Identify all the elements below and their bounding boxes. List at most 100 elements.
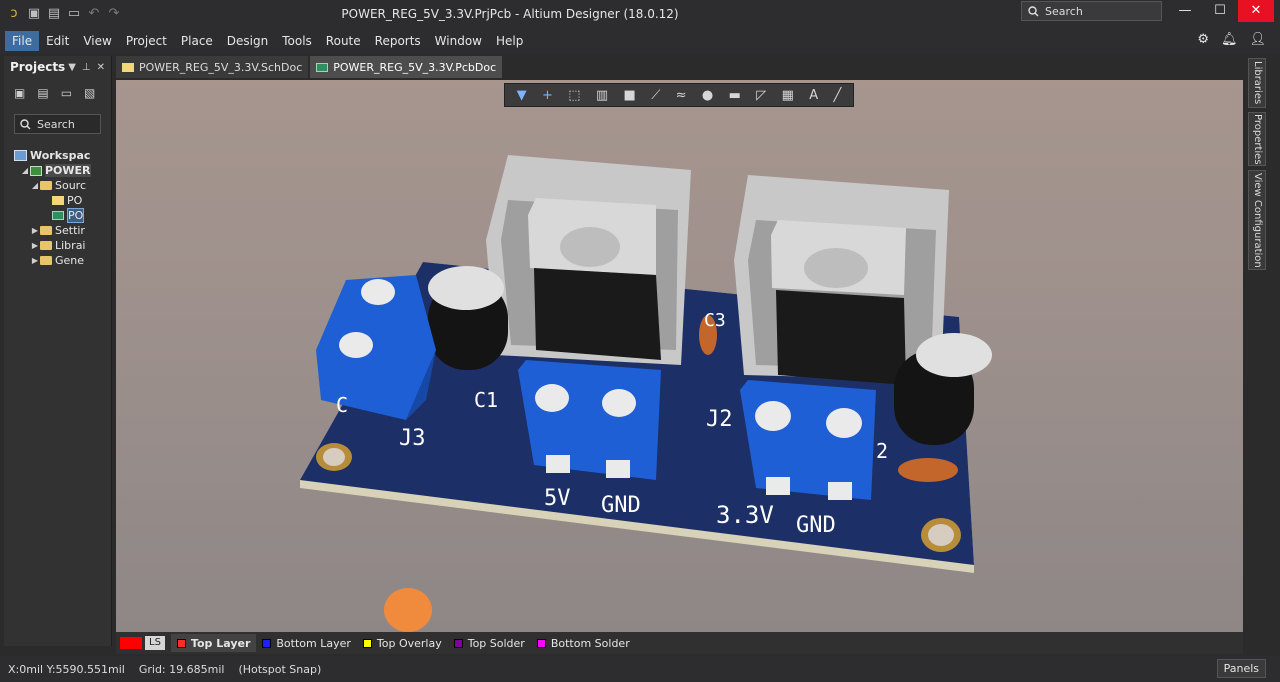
libraries-panel-tab[interactable]: Libraries	[1248, 58, 1266, 108]
tree-item-project[interactable]: ◢ POWER	[4, 163, 111, 178]
collapse-arrow-icon[interactable]: ◢	[20, 166, 30, 175]
pin-icon[interactable]: ⊥	[82, 62, 91, 73]
capacitor-c1-top	[428, 266, 504, 310]
tree-item-workspace[interactable]: Workspac	[4, 148, 111, 163]
menu-file[interactable]: File	[5, 31, 40, 51]
folder-icon	[40, 256, 52, 265]
ceramic-capacitor	[898, 458, 958, 482]
menu-reports[interactable]: Reports	[368, 31, 428, 51]
layer-label: Top Layer	[190, 636, 251, 650]
panels-button[interactable]: Panels	[1216, 659, 1266, 678]
layer-label: Bottom Solder	[550, 636, 630, 650]
expand-arrow-icon[interactable]: ▶	[30, 226, 40, 235]
menu-help[interactable]: Help	[489, 31, 530, 51]
layer-set-button[interactable]: LS	[145, 636, 165, 650]
pcb-3d-viewport[interactable]: C1 C3 J2 J3 5V GND 3.3V GND C 2 ▼ + ⬚ ▥ …	[116, 80, 1243, 632]
terminal-screw	[755, 401, 791, 431]
light-source-glow	[384, 588, 432, 632]
open-folder-icon[interactable]: ▭	[61, 86, 72, 100]
route-icon[interactable]: ⟋	[651, 88, 660, 103]
pad-icon[interactable]: ●	[702, 88, 713, 103]
panel-close-icon[interactable]: ✕	[97, 62, 105, 73]
menu-project[interactable]: Project	[119, 31, 174, 51]
minimize-button[interactable]: —	[1167, 0, 1203, 22]
pcb-doc-icon	[316, 62, 329, 72]
projects-search-input[interactable]: Search	[14, 114, 101, 134]
tree-item-label: Settir	[55, 224, 85, 237]
viewport-toolbar: ▼ + ⬚ ▥ ■ ⟋ ≈ ● ▬ ◸ ▦ A ╱	[504, 83, 854, 107]
layer-set-color-swatch[interactable]	[120, 637, 142, 649]
project-options-icon[interactable]: ▧	[84, 86, 95, 100]
menu-design[interactable]: Design	[220, 31, 275, 51]
layer-tab-top-solder[interactable]: Top Solder	[448, 634, 531, 652]
menu-place[interactable]: Place	[174, 31, 220, 51]
menu-route[interactable]: Route	[319, 31, 368, 51]
gear-icon[interactable]: ⚙	[1197, 32, 1209, 47]
layer-color-swatch	[362, 638, 372, 648]
component-icon[interactable]: ■	[624, 88, 636, 103]
global-search[interactable]: Search	[1021, 1, 1162, 21]
dimension-icon[interactable]: ◸	[756, 88, 766, 103]
menu-edit[interactable]: Edit	[39, 31, 76, 51]
snap-mode: (Hotspot Snap)	[238, 662, 322, 676]
layer-tab-top-overlay[interactable]: Top Overlay	[357, 634, 448, 652]
crosshair-icon[interactable]: +	[542, 88, 553, 103]
regulator-right-screw	[804, 248, 868, 288]
tree-item-libraries[interactable]: ▶ Librai	[4, 238, 111, 253]
title-bar: ↄ ▣ ▤ ▭ ↶ ↷ POWER_REG_5V_3.3V.PrjPcb - A…	[0, 0, 1280, 28]
select-rect-icon[interactable]: ⬚	[568, 88, 580, 103]
layer-tab-top[interactable]: Top Layer	[170, 634, 257, 652]
layer-tab-bottom-solder[interactable]: Bottom Solder	[531, 634, 636, 652]
terminal-pad	[766, 477, 790, 495]
diff-pair-icon[interactable]: ≈	[676, 88, 687, 103]
regulator-left-body	[534, 268, 661, 360]
expand-arrow-icon[interactable]: ▶	[30, 241, 40, 250]
user-icon[interactable]: 👤︎	[1249, 32, 1266, 47]
expand-arrow-icon[interactable]: ▶	[30, 256, 40, 265]
terminal-screw	[602, 389, 636, 417]
terminal-screw	[535, 384, 569, 412]
panel-menu-icon[interactable]: ▼	[68, 62, 76, 73]
menu-view[interactable]: View	[76, 31, 118, 51]
workspace-icon	[14, 150, 27, 161]
menu-tools[interactable]: Tools	[275, 31, 319, 51]
terminal-block-3v3	[740, 380, 876, 500]
text-icon[interactable]: A	[809, 88, 818, 103]
collapse-arrow-icon[interactable]: ◢	[30, 181, 40, 190]
tree-item-label: Gene	[55, 254, 85, 267]
status-bar: X:0mil Y:5590.551mil Grid: 19.685mil (Ho…	[0, 656, 1280, 682]
silk-label-gnd-1: GND	[601, 493, 641, 518]
menu-window[interactable]: Window	[428, 31, 489, 51]
tab-label: POWER_REG_5V_3.3V.SchDoc	[139, 60, 303, 74]
grid-size: Grid: 19.685mil	[138, 662, 225, 676]
maximize-button[interactable]: ☐	[1202, 0, 1238, 22]
tree-item-schdoc[interactable]: PO	[4, 193, 111, 208]
tree-item-generated[interactable]: ▶ Gene	[4, 253, 111, 268]
terminal-pad	[546, 455, 570, 473]
layer-color-swatch	[453, 638, 463, 648]
layer-tab-bottom[interactable]: Bottom Layer	[256, 634, 357, 652]
layer-tabs-bar: LS Top Layer Bottom Layer Top Overlay To…	[116, 632, 1243, 654]
tree-item-source[interactable]: ◢ Sourc	[4, 178, 111, 193]
align-icon[interactable]: ▥	[596, 88, 608, 103]
close-button[interactable]: ✕	[1238, 0, 1274, 22]
bell-icon[interactable]: 🔔︎	[1221, 32, 1238, 47]
save-project-icon[interactable]: ▣	[14, 86, 25, 100]
search-icon	[1028, 5, 1039, 16]
folder-icon	[40, 241, 52, 250]
tab-label: POWER_REG_5V_3.3V.PcbDoc	[333, 60, 497, 74]
graph-icon[interactable]: ▦	[782, 88, 794, 103]
tree-item-label: PO	[67, 194, 83, 207]
tree-item-pcbdoc[interactable]: PO	[4, 208, 111, 223]
filter-icon[interactable]: ▼	[517, 88, 527, 103]
properties-panel-tab[interactable]: Properties	[1248, 112, 1266, 166]
tab-schdoc[interactable]: POWER_REG_5V_3.3V.SchDoc	[116, 56, 309, 78]
compile-icon[interactable]: ▤	[37, 86, 48, 100]
layer-label: Top Overlay	[376, 636, 442, 650]
folder-icon	[40, 226, 52, 235]
fill-icon[interactable]: ▬	[729, 88, 741, 103]
tab-pcbdoc[interactable]: POWER_REG_5V_3.3V.PcbDoc	[310, 56, 503, 78]
line-icon[interactable]: ╱	[833, 88, 841, 103]
tree-item-settings[interactable]: ▶ Settir	[4, 223, 111, 238]
view-configuration-panel-tab[interactable]: View Configuration	[1248, 170, 1266, 270]
